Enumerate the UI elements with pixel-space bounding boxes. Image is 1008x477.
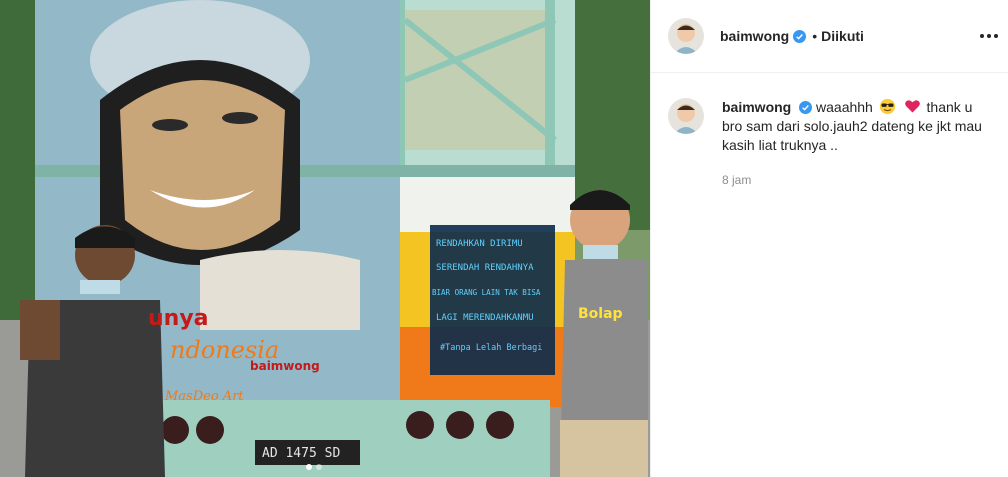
follow-status-button[interactable]: Diikuti (821, 28, 864, 44)
avatar-image (668, 18, 704, 54)
truck-text-line-5: #Tanpa Lelah Berbagi (440, 343, 542, 353)
carousel-indicator (306, 464, 322, 470)
more-options-icon[interactable] (979, 26, 999, 46)
carousel-dot (316, 464, 322, 470)
post-side-panel: baimwong • Diikuti baimwong waaahhh than… (650, 0, 1008, 477)
truck-text-line-1: RENDAHKAN DIRIMU (436, 239, 523, 249)
truck-text-line-3: BIAR ORANG LAIN TAK BISA (432, 288, 541, 297)
truck-text-line-2: SERENDAH RENDAHNYA (436, 263, 534, 273)
post-photo[interactable]: unya ndonesia baimwong MasDeo Art RENDAH… (0, 0, 650, 477)
license-plate: AD 1475 SD (262, 446, 340, 461)
mural-word-a: unya (148, 306, 209, 331)
mural-signature: MasDeo Art (164, 389, 244, 404)
post-timestamp: 8 jam (722, 173, 752, 187)
avatar-image (668, 98, 704, 134)
caption: baimwong waaahhh thank u bro sam dari so… (668, 98, 988, 155)
mural-brand: baimwong (250, 359, 320, 373)
truck-text-line-4: LAGI MERENDAHKANMU (436, 313, 534, 323)
instagram-post: unya ndonesia baimwong MasDeo Art RENDAH… (0, 0, 1008, 477)
truck-photo: unya ndonesia baimwong MasDeo Art RENDAH… (0, 0, 650, 477)
sunglasses-emoji-icon (879, 98, 895, 115)
caption-body: baimwong waaahhh thank u bro sam dari so… (722, 98, 988, 155)
caption-text-start: waaahhh (816, 99, 873, 115)
carousel-dot-active (306, 464, 312, 470)
verified-badge-icon (793, 29, 807, 43)
caption-username[interactable]: baimwong (722, 99, 791, 115)
separator-dot: • (812, 28, 818, 44)
author-username[interactable]: baimwong (720, 28, 789, 44)
heart-emoji-icon (904, 100, 920, 113)
verified-badge-icon (799, 101, 813, 114)
caption-avatar[interactable] (668, 98, 704, 134)
shirt-text: Bolap (578, 306, 623, 322)
post-header: baimwong • Diikuti (651, 0, 1008, 73)
avatar[interactable] (668, 18, 704, 54)
